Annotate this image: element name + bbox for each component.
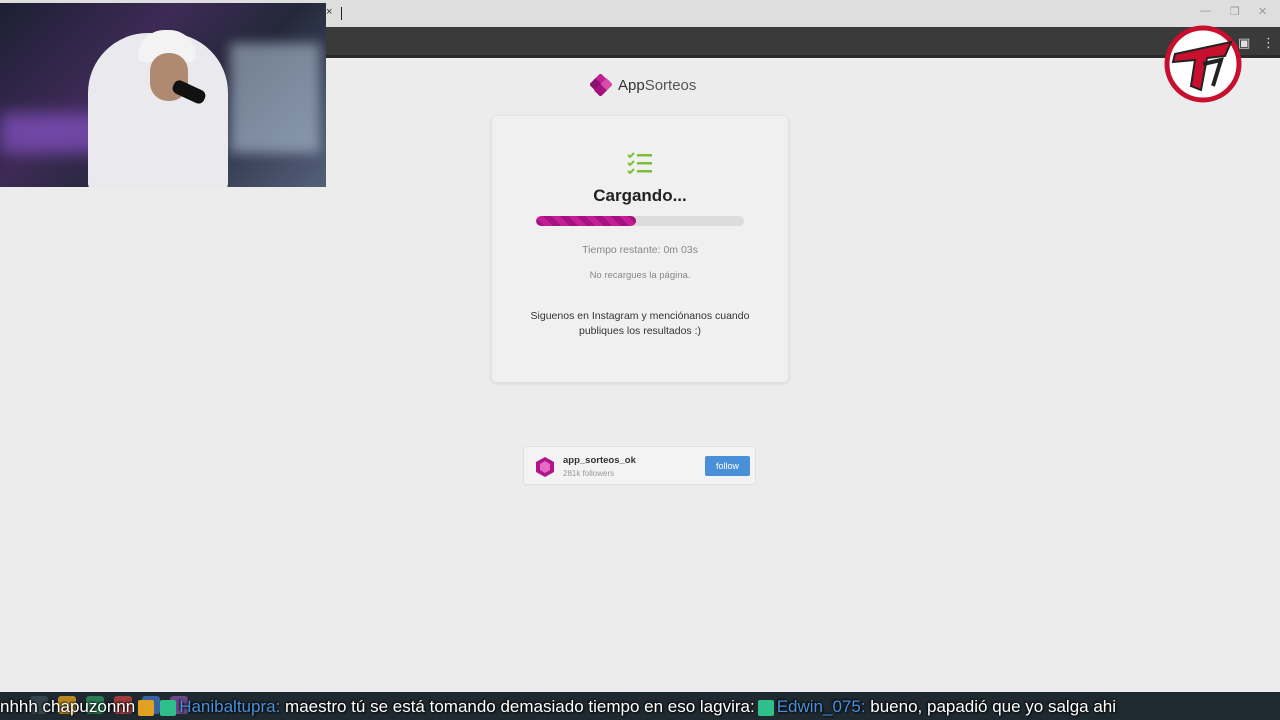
instagram-followers: 281k followers <box>563 469 615 478</box>
time-remaining: Tiempo restante: 0m 03s <box>582 244 698 256</box>
instagram-follow-text: Siguenos en Instagram y menciónanos cuan… <box>530 310 750 337</box>
chat-message: maestro tú se está tomando demasiado tie… <box>280 697 700 716</box>
app-logo-text: AppSorteos <box>618 76 697 94</box>
checklist-icon <box>627 152 652 174</box>
instagram-avatar-icon[interactable] <box>535 456 555 478</box>
progress-bar-fill <box>536 216 636 226</box>
chat-badge-icon <box>138 699 155 716</box>
window-maximize-button[interactable]: ❐ <box>1230 5 1240 18</box>
chat-username: Edwin_075: <box>776 697 866 716</box>
tab-close-icon[interactable]: × <box>326 6 332 18</box>
appsorteos-logo-icon <box>590 74 612 96</box>
chat-text: lagvira: <box>699 697 755 716</box>
instagram-widget: app_sorteos_ok 281k followers follow <box>523 446 756 485</box>
chat-badge-icon <box>160 699 177 716</box>
window-close-button[interactable]: ✕ <box>1258 5 1267 18</box>
chat-badge-icon <box>757 699 774 716</box>
reload-warning: No recargues la página. <box>589 270 691 281</box>
stream-chat-overlay: nhhh chapuzonnn Hanibaltupra: maestro tú … <box>0 694 1280 720</box>
chat-message: bueno, papadió que yo salga ahi <box>865 697 1117 716</box>
chat-text: nhhh <box>0 697 43 716</box>
progress-bar <box>536 216 744 226</box>
loading-title: Cargando... <box>593 186 687 205</box>
team-logo <box>1164 25 1242 103</box>
instagram-follow-button[interactable]: follow <box>705 456 750 476</box>
instagram-username[interactable]: app_sorteos_ok <box>563 455 636 466</box>
window-minimize-button[interactable]: — <box>1200 5 1211 17</box>
webcam-light <box>230 43 320 153</box>
app-logo[interactable]: AppSorteos <box>590 74 696 96</box>
loading-card: Cargando... Tiempo restante: 0m 03s No r… <box>492 116 788 382</box>
text-caret <box>341 7 342 20</box>
chat-username: Hanibaltupra: <box>179 697 281 716</box>
webcam-overlay <box>0 3 326 187</box>
browser-menu-icon[interactable]: ⋮ <box>1262 35 1275 51</box>
chat-username: chapuzonnn <box>42 697 136 716</box>
